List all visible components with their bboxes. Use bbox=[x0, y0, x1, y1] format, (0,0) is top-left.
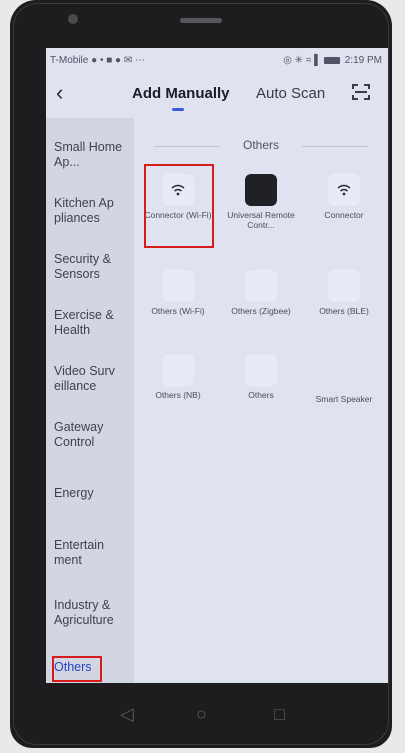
photo-background: T-Mobile ● • ■ ● ✉ ⋯ ◎ ✳ ≈ ▌ 2:19 PM ‹ A… bbox=[0, 0, 405, 753]
phone-frame: T-Mobile ● • ■ ● ✉ ⋯ ◎ ✳ ≈ ▌ 2:19 PM ‹ A… bbox=[10, 0, 392, 748]
app-screen: T-Mobile ● • ■ ● ✉ ⋯ ◎ ✳ ≈ ▌ 2:19 PM ‹ A… bbox=[46, 48, 388, 683]
device-others[interactable]: Others bbox=[225, 354, 297, 400]
nav-recent-icon[interactable]: □ bbox=[274, 704, 285, 725]
sidebar-item-gateway-control[interactable]: Gateway Control bbox=[54, 420, 132, 450]
sidebar-item-video-surveillance[interactable]: Video Surv eillance bbox=[54, 364, 132, 394]
device-others-wifi[interactable]: Others (Wi-Fi) bbox=[142, 270, 214, 316]
sidebar-item-small-home-appliances[interactable]: Small Home Ap... bbox=[54, 140, 132, 170]
front-camera bbox=[68, 14, 78, 24]
sidebar-item-kitchen-appliances[interactable]: Kitchen Ap pliances bbox=[54, 196, 132, 226]
device-icon bbox=[245, 270, 277, 302]
device-icon bbox=[162, 270, 194, 302]
status-right: ◎ ✳ ≈ ▌ 2:19 PM bbox=[283, 55, 382, 66]
device-label: Universal Remote Contr... bbox=[227, 210, 295, 230]
device-others-zigbee[interactable]: Others (Zigbee) bbox=[225, 270, 297, 316]
battery-icon bbox=[323, 56, 340, 64]
system-icons: ◎ ✳ ≈ ▌ bbox=[283, 55, 322, 66]
device-label: Others (Wi-Fi) bbox=[151, 306, 205, 316]
highlight-box-others bbox=[52, 656, 102, 682]
category-sidebar: Small Home Ap... Kitchen Ap pliances Sec… bbox=[46, 118, 134, 683]
device-label: Connector bbox=[324, 210, 364, 220]
section-title: Others bbox=[242, 138, 279, 152]
device-label: Others (NB) bbox=[155, 390, 201, 400]
back-arrow-icon[interactable]: ‹ bbox=[56, 80, 63, 106]
nav-home-icon[interactable]: ○ bbox=[196, 704, 207, 725]
tab-add-manually[interactable]: Add Manually bbox=[132, 85, 230, 102]
device-icon bbox=[245, 354, 277, 386]
highlight-box-connector-wifi bbox=[144, 164, 214, 248]
scan-icon[interactable] bbox=[352, 83, 370, 101]
sidebar-item-entertainment[interactable]: Entertain ment bbox=[54, 538, 132, 568]
carrier-label: T-Mobile bbox=[50, 55, 89, 66]
remote-icon bbox=[245, 174, 277, 206]
system-nav-bar: ◁ ○ □ bbox=[10, 690, 392, 740]
tab-auto-scan[interactable]: Auto Scan bbox=[256, 85, 325, 102]
device-connector[interactable]: Connector bbox=[308, 174, 380, 220]
sidebar-item-exercise-health[interactable]: Exercise & Health bbox=[54, 308, 132, 338]
section-divider-right bbox=[302, 146, 368, 147]
status-left: T-Mobile ● • ■ ● ✉ ⋯ bbox=[50, 55, 145, 66]
sidebar-item-industry-agriculture[interactable]: Industry & Agriculture bbox=[54, 598, 132, 628]
device-grid-panel: Others Connector (Wi-Fi) Universal Remot… bbox=[134, 118, 388, 683]
clock: 2:19 PM bbox=[344, 55, 382, 66]
sidebar-item-energy[interactable]: Energy bbox=[54, 486, 132, 501]
device-label: Smart Speaker bbox=[315, 394, 373, 404]
wifi-icon bbox=[328, 174, 360, 206]
notification-icons: ● • ■ ● ✉ ⋯ bbox=[91, 55, 146, 66]
device-smart-speaker[interactable]: Smart Speaker bbox=[308, 350, 380, 404]
device-others-nb[interactable]: Others (NB) bbox=[142, 354, 214, 400]
device-others-ble[interactable]: Others (BLE) bbox=[308, 270, 380, 316]
device-universal-remote[interactable]: Universal Remote Contr... bbox=[225, 174, 297, 230]
device-label: Others (BLE) bbox=[319, 306, 369, 316]
active-tab-indicator bbox=[172, 108, 184, 111]
app-header: ‹ Add Manually Auto Scan bbox=[46, 74, 388, 118]
device-label: Others bbox=[248, 390, 274, 400]
device-icon bbox=[162, 354, 194, 386]
device-label: Others (Zigbee) bbox=[231, 306, 291, 316]
earpiece-speaker bbox=[180, 18, 222, 23]
status-bar: T-Mobile ● • ■ ● ✉ ⋯ ◎ ✳ ≈ ▌ 2:19 PM bbox=[46, 48, 388, 74]
sidebar-item-security-sensors[interactable]: Security & Sensors bbox=[54, 252, 132, 282]
device-icon bbox=[328, 270, 360, 302]
nav-back-icon[interactable]: ◁ bbox=[120, 704, 134, 725]
